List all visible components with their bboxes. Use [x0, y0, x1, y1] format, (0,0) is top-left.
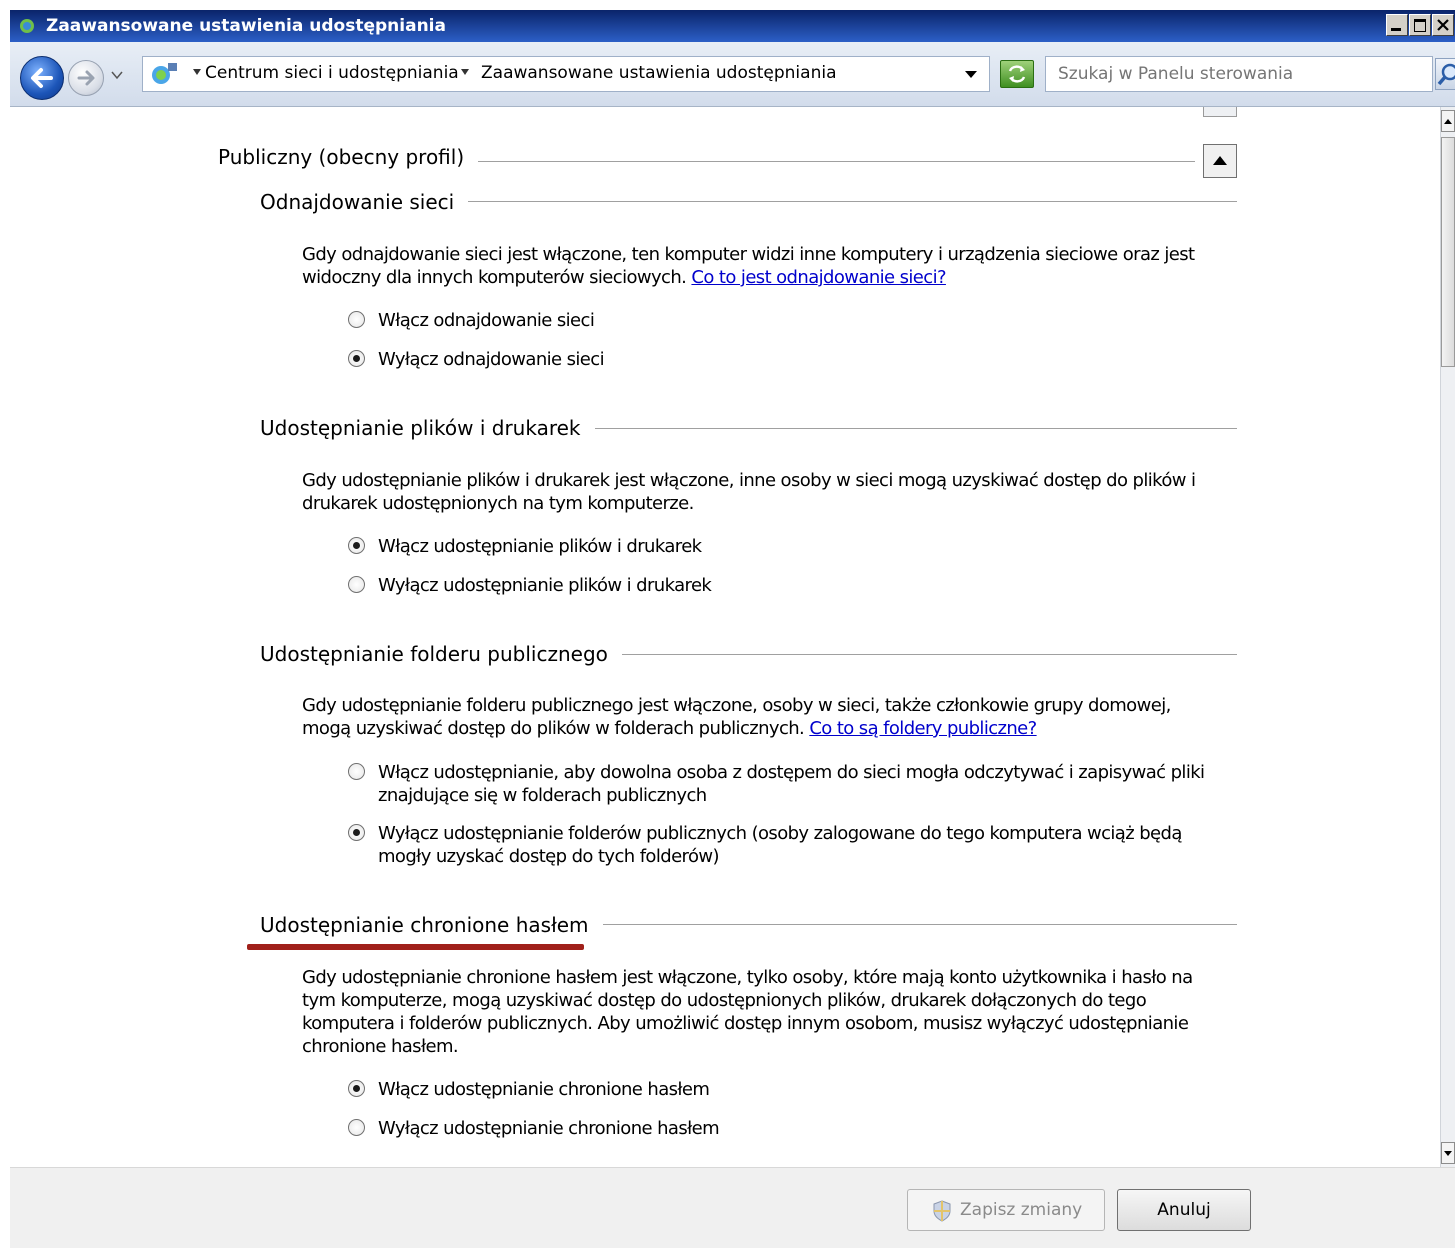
forward-button[interactable] [68, 60, 104, 96]
section-description: Gdy odnajdowanie sieci jest włączone, te… [302, 243, 1212, 289]
breadcrumb-separator-icon[interactable] [193, 69, 201, 75]
radio-label[interactable]: Włącz odnajdowanie sieci [378, 309, 1228, 332]
breadcrumb-item-network-center[interactable]: Centrum sieci i udostępniania [205, 63, 459, 83]
scroll-down-icon [1444, 1151, 1452, 1156]
radio-label[interactable]: Wyłącz udostępnianie chronione hasłem [378, 1117, 1228, 1140]
radio-button[interactable] [348, 311, 365, 328]
section-title-password-protected-sharing: Udostępnianie chronione hasłem [260, 913, 603, 937]
vertical-scrollbar[interactable] [1440, 107, 1455, 1167]
refresh-icon [1008, 65, 1026, 83]
forward-arrow-icon [77, 70, 95, 86]
section-title-file-printer-sharing: Udostępnianie plików i drukarek [260, 416, 595, 440]
radio-button-selected[interactable] [348, 1080, 365, 1097]
scroll-down-button[interactable] [1441, 1142, 1455, 1164]
back-button[interactable] [20, 56, 64, 100]
save-changes-label: Zapisz zmiany [960, 1200, 1083, 1220]
cancel-button[interactable]: Anuluj [1117, 1189, 1251, 1231]
radio-label[interactable]: Włącz udostępnianie, aby dowolna osoba z… [378, 761, 1228, 807]
scroll-thumb[interactable] [1441, 137, 1455, 367]
radio-button-selected[interactable] [348, 350, 365, 367]
breadcrumb-item-advanced-sharing[interactable]: Zaawansowane ustawienia udostępniania [481, 63, 836, 83]
network-app-icon [20, 19, 34, 33]
maximize-icon [1414, 19, 1426, 32]
search-icon [1437, 63, 1455, 86]
help-link-network-discovery[interactable]: Co to jest odnajdowanie sieci? [691, 267, 946, 288]
section-title-network-discovery: Odnajdowanie sieci [260, 190, 469, 214]
description-text: Gdy udostępnianie chronione hasłem jest … [302, 967, 1193, 1057]
search-button[interactable] [1435, 58, 1455, 90]
radio-button-selected[interactable] [348, 537, 365, 554]
radio-label[interactable]: Wyłącz udostępnianie plików i drukarek [378, 574, 1228, 597]
section-description: Gdy udostępnianie folderu publicznego je… [302, 694, 1212, 740]
maximize-button[interactable] [1409, 14, 1431, 36]
section-title-public-folder-sharing: Udostępnianie folderu publicznego [260, 642, 622, 666]
radio-label[interactable]: Włącz udostępnianie plików i drukarek [378, 535, 1228, 558]
scroll-up-button[interactable] [1441, 110, 1455, 132]
radio-button-selected[interactable] [348, 824, 365, 841]
section-description: Gdy udostępnianie chronione hasłem jest … [302, 966, 1212, 1058]
minimize-button[interactable] [1386, 14, 1408, 36]
radio-button[interactable] [348, 1119, 365, 1136]
breadcrumb[interactable]: Centrum sieci i udostępniania Zaawansowa… [142, 56, 990, 92]
network-center-icon [152, 63, 177, 84]
radio-label[interactable]: Wyłącz odnajdowanie sieci [378, 348, 1228, 371]
address-dropdown-icon[interactable] [965, 71, 977, 78]
radio-button[interactable] [348, 576, 365, 593]
breadcrumb-separator-icon[interactable] [461, 69, 469, 75]
section-description: Gdy udostępnianie plików i drukarek jest… [302, 469, 1212, 515]
radio-button[interactable] [348, 763, 365, 780]
highlight-underline [247, 944, 584, 950]
history-dropdown-icon[interactable] [110, 70, 124, 80]
save-changes-button[interactable]: Zapisz zmiany [907, 1189, 1105, 1231]
uac-shield-icon [933, 1200, 951, 1222]
close-icon [1437, 19, 1449, 31]
radio-label[interactable]: Wyłącz udostępnianie folderów publicznyc… [378, 822, 1228, 868]
radio-label[interactable]: Włącz udostępnianie chronione hasłem [378, 1078, 1228, 1101]
help-link-public-folders[interactable]: Co to są foldery publiczne? [809, 718, 1037, 739]
collapse-profile-button[interactable] [1203, 144, 1237, 178]
footer-bar: Zapisz zmiany Anuluj [10, 1167, 1455, 1248]
previous-section-stub [1203, 107, 1237, 117]
description-text: Gdy udostępnianie folderu publicznego je… [302, 695, 1171, 739]
back-arrow-icon [31, 68, 53, 88]
close-button[interactable] [1432, 14, 1454, 36]
title-bar: Zaawansowane ustawienia udostępniania [10, 10, 1455, 42]
address-bar: Centrum sieci i udostępniania Zaawansowa… [10, 42, 1455, 107]
chevron-up-icon [1213, 156, 1227, 165]
search-input[interactable] [1046, 57, 1432, 91]
search-field[interactable] [1045, 56, 1433, 92]
scroll-up-icon [1444, 119, 1452, 124]
refresh-button[interactable] [1000, 60, 1034, 88]
description-text: Gdy udostępnianie plików i drukarek jest… [302, 470, 1196, 514]
window-title: Zaawansowane ustawienia udostępniania [46, 16, 446, 36]
profile-title: Publiczny (obecny profil) [218, 145, 479, 169]
minimize-icon [1391, 28, 1401, 31]
